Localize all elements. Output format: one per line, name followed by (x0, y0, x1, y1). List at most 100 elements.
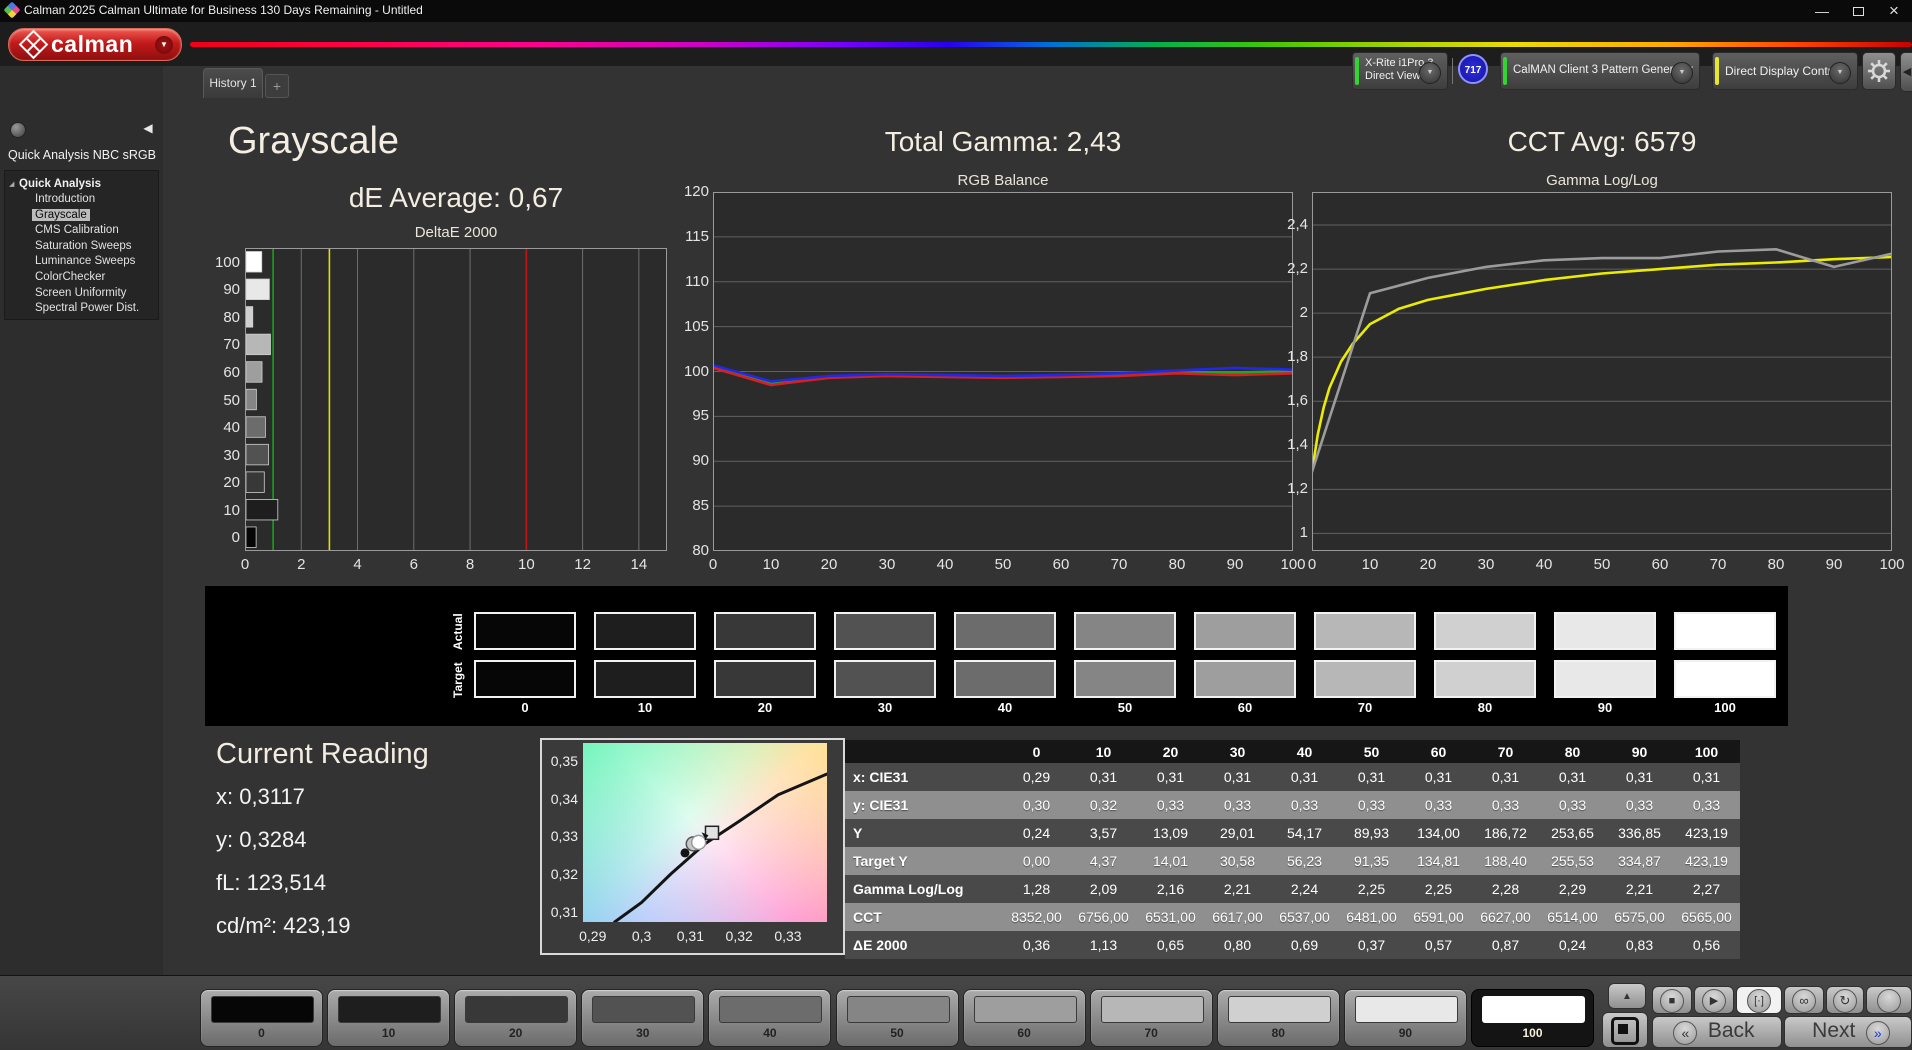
pattern-bar-scroll-up-button[interactable]: ▲ (1608, 983, 1646, 1009)
table-row-label: CCT (845, 903, 1003, 931)
add-tab-button[interactable]: + (265, 74, 289, 98)
table-row-label: ΔE 2000 (845, 931, 1003, 959)
table-cell: 2,09 (1070, 875, 1137, 903)
table-cell: 0,24 (1003, 819, 1070, 847)
table-cell: 0,33 (1673, 791, 1740, 819)
pattern-button-10[interactable]: 10 (327, 989, 450, 1047)
sidebar-item-screen-uniformity[interactable]: Screen Uniformity (35, 287, 126, 299)
sidebar-collapse-icon[interactable]: ◀ (140, 120, 156, 136)
table-cell: 0,56 (1673, 931, 1740, 959)
band-level-label: 20 (712, 700, 818, 715)
x-axis-tick: 70 (1103, 556, 1135, 573)
back-button[interactable]: « Back (1652, 1016, 1782, 1048)
x-axis-tick: 30 (1470, 556, 1502, 573)
tree-root-label[interactable]: Quick Analysis (19, 178, 101, 190)
refresh-button[interactable]: ↻ (1826, 986, 1864, 1014)
table-row: Y0,243,5713,0929,0154,1789,93134,00186,7… (845, 819, 1740, 847)
x-axis-tick: 70 (1702, 556, 1734, 573)
display-control-button[interactable]: Direct Display Control ▼ (1712, 52, 1858, 90)
table-cell: 0,57 (1405, 931, 1472, 959)
play-button[interactable]: ▶ (1694, 986, 1734, 1014)
sidebar-item-luminance-sweeps[interactable]: Luminance Sweeps (35, 255, 135, 267)
table-row-label: Gamma Log/Log (845, 875, 1003, 903)
pattern-patch (338, 996, 441, 1023)
x-axis-tick: 90 (1219, 556, 1251, 573)
minimize-button[interactable]: — (1804, 0, 1840, 22)
sidebar-item-spectral-power-dist-[interactable]: Spectral Power Dist. (35, 302, 139, 314)
table-cell: 134,00 (1405, 819, 1472, 847)
continuous-mode-button[interactable]: ∞ (1784, 986, 1824, 1014)
table-cell: 13,09 (1137, 819, 1204, 847)
x-axis-tick: 60 (1644, 556, 1676, 573)
de-average-readout: dE Average: 0,67 (245, 182, 667, 214)
pattern-button-30[interactable]: 30 (581, 989, 704, 1047)
deltae-y-tick: 0 (198, 529, 240, 546)
pattern-generator-button[interactable]: CalMAN Client 3 Pattern Generator ▼ (1500, 52, 1700, 90)
table-cell: 0,80 (1204, 931, 1271, 959)
pattern-button-100[interactable]: 100 (1471, 989, 1594, 1047)
pattern-patch (1228, 996, 1331, 1023)
table-cell: 0,31 (1338, 763, 1405, 791)
toolbar-overflow-button[interactable]: ◀ (1900, 52, 1912, 92)
pattern-label: 100 (1472, 1026, 1593, 1040)
band-row-label-actual: Actual (451, 612, 467, 652)
pattern-label: 70 (1091, 1026, 1212, 1040)
pattern-patch (1482, 996, 1585, 1023)
pattern-label: 80 (1218, 1026, 1339, 1040)
sidebar-item-introduction[interactable]: Introduction (35, 193, 95, 205)
tree-expander-icon[interactable]: ◢ (9, 180, 14, 188)
next-button[interactable]: Next » (1784, 1016, 1912, 1048)
stop-icon: ■ (1660, 989, 1684, 1013)
table-cell: 2,21 (1204, 875, 1271, 903)
tab-history-1[interactable]: History 1 (203, 68, 263, 98)
deltae-y-tick: 20 (198, 474, 240, 491)
settings-button[interactable] (1862, 52, 1896, 90)
record-button[interactable] (1866, 986, 1912, 1014)
table-cell: 0,33 (1271, 791, 1338, 819)
pattern-button-80[interactable]: 80 (1217, 989, 1340, 1047)
pattern-generator-name: CalMAN Client 3 Pattern Generator (1513, 64, 1693, 76)
deltae-bar-chart (245, 248, 667, 551)
table-cell: 334,87 (1606, 847, 1673, 875)
pattern-button-40[interactable]: 40 (708, 989, 831, 1047)
chevron-down-icon: ▼ (1671, 62, 1693, 84)
target-swatch-10 (594, 660, 696, 698)
cie-x-tick: 0,29 (575, 928, 611, 944)
pattern-button-70[interactable]: 70 (1090, 989, 1213, 1047)
table-cell: 0,31 (1271, 763, 1338, 791)
y-axis-tick: 120 (665, 183, 709, 200)
table-header: 30 (1204, 740, 1271, 763)
pattern-label: 50 (837, 1026, 958, 1040)
sidebar-item-colorchecker[interactable]: ColorChecker (35, 271, 105, 283)
table-cell: 4,37 (1070, 847, 1137, 875)
stop-button[interactable]: ■ (1652, 986, 1692, 1014)
sidebar-radio-button[interactable] (10, 122, 26, 138)
deltae-y-tick: 90 (198, 281, 240, 298)
y-axis-tick: 85 (665, 497, 709, 514)
maximize-button[interactable] (1840, 0, 1876, 22)
calman-menu-button[interactable]: calman ▼ (8, 28, 182, 61)
actual-swatch-0 (474, 612, 576, 650)
sidebar-item-grayscale[interactable]: Grayscale (32, 209, 90, 221)
back-label: Back (1708, 1019, 1755, 1043)
x-axis-tick: 40 (1528, 556, 1560, 573)
meter-select-button[interactable]: X-Rite i1Pro 3Direct View ▼ (1352, 52, 1448, 90)
y-axis-tick: 115 (665, 228, 709, 245)
table-cell: 2,29 (1539, 875, 1606, 903)
pattern-button-60[interactable]: 60 (963, 989, 1086, 1047)
cct-average-readout: CCT Avg: 6579 (1312, 126, 1892, 158)
frame-mode-button[interactable]: [·] (1736, 986, 1782, 1014)
target-swatch-30 (834, 660, 936, 698)
sidebar-item-saturation-sweeps[interactable]: Saturation Sweeps (35, 240, 132, 252)
window-pattern-button[interactable] (1602, 1012, 1648, 1048)
pattern-button-20[interactable]: 20 (454, 989, 577, 1047)
close-button[interactable]: × (1876, 0, 1912, 22)
pattern-button-50[interactable]: 50 (836, 989, 959, 1047)
sidebar-item-cms-calibration[interactable]: CMS Calibration (35, 224, 119, 236)
table-header: 100 (1673, 740, 1740, 763)
pattern-button-0[interactable]: 0 (200, 989, 323, 1047)
table-header: 60 (1405, 740, 1472, 763)
pattern-label: 90 (1345, 1026, 1466, 1040)
table-row: Target Y0,004,3714,0130,5856,2391,35134,… (845, 847, 1740, 875)
pattern-button-90[interactable]: 90 (1344, 989, 1467, 1047)
